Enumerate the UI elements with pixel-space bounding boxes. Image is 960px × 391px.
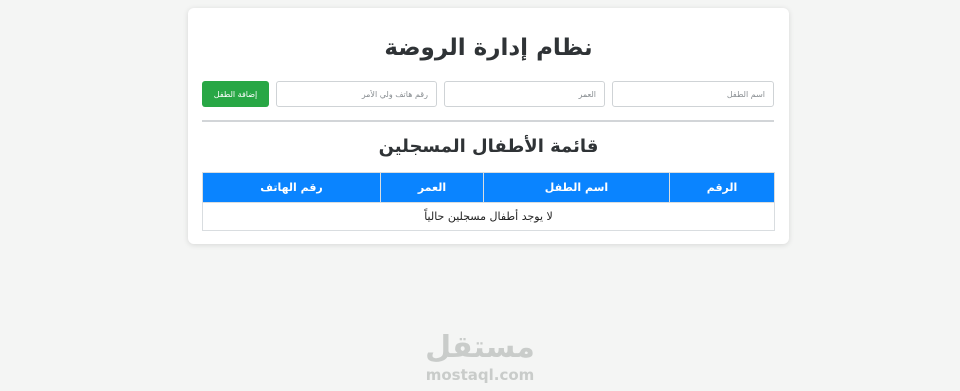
children-table: الرقم اسم الطفل العمر رقم الهاتف لا يوجد… (202, 172, 775, 231)
child-name-input[interactable] (612, 81, 774, 107)
column-header-child-name: اسم الطفل (483, 172, 670, 203)
column-header-number: الرقم (669, 172, 775, 203)
page-title: نظام إدارة الروضة (384, 35, 593, 61)
add-child-button[interactable]: إضافة الطفل (202, 81, 269, 107)
column-header-age: العمر (380, 172, 484, 203)
empty-message: لا يوجد أطفال مسجلين حالياً (202, 202, 775, 231)
table-header-row: الرقم اسم الطفل العمر رقم الهاتف (202, 172, 775, 203)
parent-phone-input[interactable] (276, 81, 437, 107)
children-list-title: قائمة الأطفال المسجلين (378, 136, 599, 157)
divider (202, 120, 774, 122)
watermark-logo: مستقل (425, 330, 535, 365)
watermark-url: mostaql.com (425, 366, 535, 384)
add-child-form: إضافة الطفل (202, 81, 774, 107)
kindergarten-panel: نظام إدارة الروضة إضافة الطفل قائمة الأط… (188, 8, 789, 244)
column-header-phone: رقم الهاتف (202, 172, 381, 203)
age-input[interactable] (444, 81, 605, 107)
empty-row: لا يوجد أطفال مسجلين حالياً (202, 202, 775, 231)
